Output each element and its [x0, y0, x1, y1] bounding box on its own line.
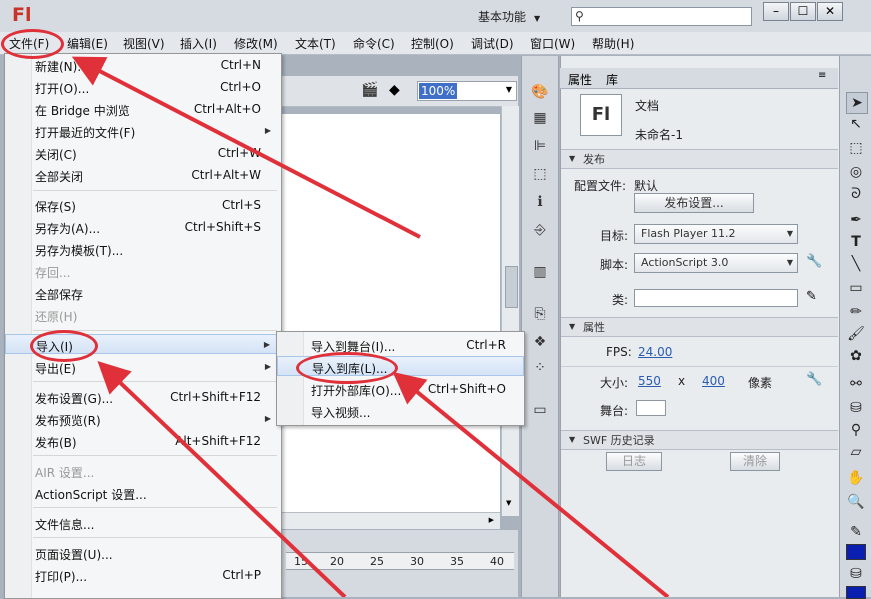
annotation-arrow: [97, 360, 347, 597]
annotation-arrow: [71, 56, 421, 239]
annotation-arrows: [71, 56, 670, 597]
annotation-arrow: [392, 371, 670, 597]
